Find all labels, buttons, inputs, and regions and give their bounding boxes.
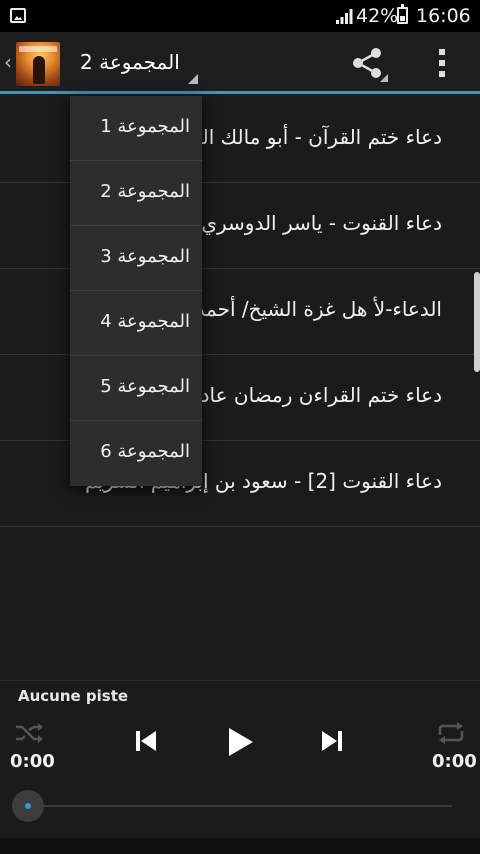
dropdown-item-label: المجموعة 4 [100, 311, 190, 332]
app-icon[interactable] [16, 42, 60, 86]
status-bar: 42% 16:06 [0, 0, 480, 32]
dropdown-item-group-1[interactable]: المجموعة 1 [70, 96, 202, 161]
group-spinner[interactable]: المجموعة 2 [80, 50, 198, 84]
share-corner-icon [380, 74, 388, 82]
dropdown-item-group-2[interactable]: المجموعة 2 [70, 161, 202, 226]
gallery-notification-icon [10, 8, 26, 23]
battery-percent: 42% [356, 5, 399, 27]
seek-thumb[interactable] [12, 790, 44, 822]
dropdown-item-label: المجموعة 5 [100, 376, 190, 397]
dropdown-item-group-6[interactable]: المجموعة 6 [70, 421, 202, 486]
overflow-menu-icon[interactable] [428, 46, 456, 80]
group-spinner-label: المجموعة 2 [80, 50, 180, 74]
next-track-icon[interactable] [320, 729, 344, 753]
repeat-icon[interactable] [436, 721, 466, 745]
seek-bar[interactable] [28, 805, 452, 807]
dropdown-item-label: المجموعة 6 [100, 441, 190, 462]
previous-track-icon[interactable] [134, 729, 158, 753]
back-chevron-icon[interactable]: ‹ [4, 50, 12, 74]
status-time: 16:06 [416, 5, 471, 27]
dropdown-item-label: المجموعة 2 [100, 181, 190, 202]
dropdown-item-group-4[interactable]: المجموعة 4 [70, 291, 202, 356]
track-title: دعاء القنوت - ياسر الدوسري [201, 211, 442, 235]
app-icon-banner [19, 46, 57, 52]
dropdown-item-group-3[interactable]: المجموعة 3 [70, 226, 202, 291]
group-dropdown: المجموعة 1 المجموعة 2 المجموعة 3 المجموع… [70, 96, 202, 486]
now-playing-label: Aucune piste [18, 687, 129, 705]
action-bar: ‹ المجموعة 2 [0, 32, 480, 94]
list-scrollbar[interactable] [474, 272, 480, 372]
play-icon[interactable] [226, 727, 254, 757]
battery-icon [397, 4, 408, 24]
player-panel: Aucune piste 0:00 0:00 [0, 680, 480, 838]
app-icon-figure [33, 56, 45, 84]
dropdown-item-group-5[interactable]: المجموعة 5 [70, 356, 202, 421]
time-elapsed: 0:00 [10, 751, 55, 772]
dropdown-item-label: المجموعة 3 [100, 246, 190, 267]
spinner-corner-icon [188, 74, 198, 84]
signal-icon [336, 9, 353, 24]
dropdown-item-label: المجموعة 1 [100, 116, 190, 137]
bottom-strip [0, 838, 480, 854]
time-total: 0:00 [432, 751, 477, 772]
shuffle-icon[interactable] [14, 721, 44, 745]
